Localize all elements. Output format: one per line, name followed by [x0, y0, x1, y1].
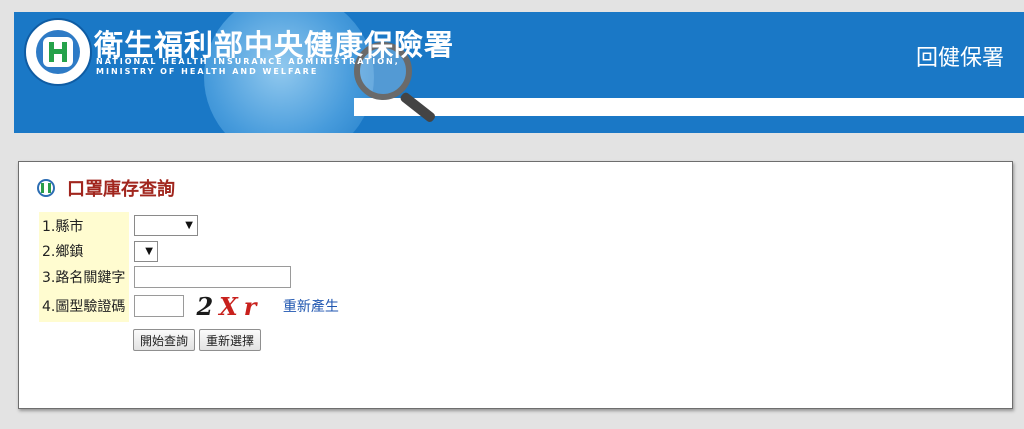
captcha-label: 4.圖型驗證碼 — [39, 290, 129, 322]
home-link[interactable]: 回健保署 — [916, 40, 1004, 72]
chevron-down-icon: ▼ — [145, 245, 153, 257]
county-select[interactable]: ▼ — [134, 215, 198, 236]
county-label: 1.縣市 — [39, 212, 129, 239]
agency-name-en: NATIONAL HEALTH INSURANCE ADMINISTRATION… — [96, 57, 400, 76]
road-label: 3.路名關鍵字 — [39, 263, 129, 290]
captcha-input[interactable] — [134, 295, 184, 317]
town-select[interactable]: ▼ — [134, 240, 158, 262]
reset-button[interactable]: 重新選擇 — [199, 329, 262, 351]
site-header-banner: 衛生福利部中央健康保險署 NATIONAL HEALTH INSURANCE A… — [14, 12, 1024, 133]
mask-inventory-panel: 口罩庫存查詢 1.縣市 ▼ 2.鄉鎮 ▼ 3.路名關鍵字 4.圖型驗證碼 2 X… — [18, 161, 1013, 409]
banner-stripe — [354, 98, 1024, 116]
nhi-h-icon — [43, 37, 73, 67]
regenerate-captcha-link[interactable]: 重新產生 — [283, 299, 339, 315]
page-title: 口罩庫存查詢 — [67, 179, 175, 200]
town-label: 2.鄉鎮 — [39, 239, 129, 263]
captcha-image: 2Xr — [196, 291, 257, 321]
form-actions: 開始查詢 重新選擇 — [133, 329, 265, 351]
nhi-logo[interactable] — [24, 18, 92, 86]
query-form: 1.縣市 ▼ 2.鄉鎮 ▼ 3.路名關鍵字 4.圖型驗證碼 2 X r 重新產生 — [39, 212, 339, 322]
search-button[interactable]: 開始查詢 — [133, 329, 196, 351]
nhi-small-icon — [37, 179, 55, 197]
road-keyword-input[interactable] — [134, 265, 291, 288]
chevron-down-icon: ▼ — [185, 220, 193, 231]
panel-heading: 口罩庫存查詢 — [37, 175, 175, 201]
